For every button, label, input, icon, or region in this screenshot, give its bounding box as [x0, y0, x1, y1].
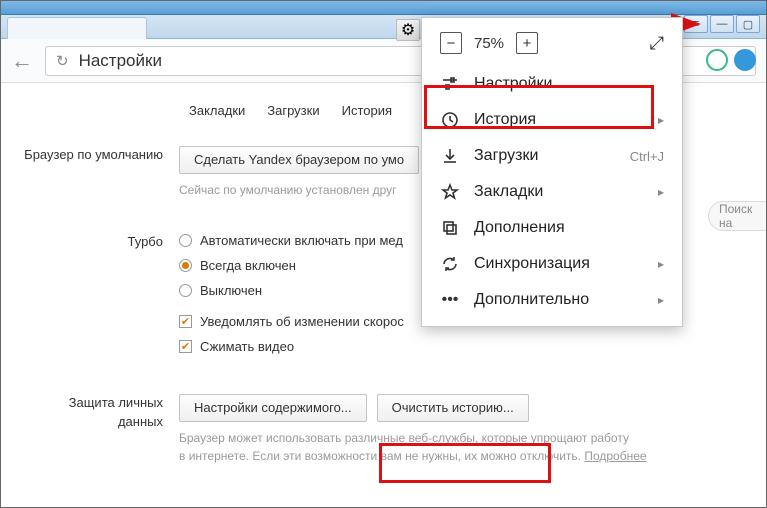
back-button[interactable]: ←: [11, 48, 33, 74]
minimize-icon: —: [717, 18, 728, 30]
section-title-turbo: Турбо: [1, 233, 179, 251]
make-default-button[interactable]: Сделать Yandex браузером по умо: [179, 146, 419, 174]
menu-button[interactable]: ≡: [684, 15, 708, 33]
window-titlebar: [1, 1, 766, 15]
hamburger-icon: ≡: [693, 18, 699, 30]
section-title-privacy: Защита личных данных: [1, 394, 179, 430]
menu-item-bookmarks[interactable]: Закладки ▸: [422, 174, 682, 210]
download-icon: [440, 147, 460, 165]
learn-more-link[interactable]: Подробнее: [584, 449, 646, 463]
nav-tab-downloads[interactable]: Загрузки: [267, 103, 319, 118]
chevron-right-icon: ▸: [658, 185, 664, 199]
menu-item-addons[interactable]: Дополнения: [422, 210, 682, 246]
chevron-right-icon: ▸: [658, 293, 664, 307]
content-settings-button[interactable]: Настройки содержимого...: [179, 394, 367, 422]
settings-search[interactable]: Поиск на: [708, 201, 766, 231]
menu-item-more[interactable]: ••• Дополнительно ▸: [422, 282, 682, 318]
maximize-button[interactable]: ▢: [736, 15, 760, 33]
fullscreen-button[interactable]: ⤢: [650, 33, 664, 54]
ellipsis-icon: •••: [440, 291, 460, 309]
zoom-out-button[interactable]: −: [440, 32, 462, 54]
menu-item-downloads[interactable]: Загрузки Ctrl+J: [422, 138, 682, 174]
clear-history-button[interactable]: Очистить историю...: [377, 394, 529, 422]
nav-tab-bookmarks[interactable]: Закладки: [189, 103, 245, 118]
radio-icon: [179, 234, 192, 247]
shortcut-label: Ctrl+J: [630, 149, 664, 164]
chevron-right-icon: ▸: [658, 113, 664, 127]
extension-icon-1[interactable]: [706, 49, 728, 71]
zoom-controls: − 75% + ⤢: [422, 18, 682, 66]
maximize-icon: ▢: [743, 18, 753, 31]
sync-icon: [440, 255, 460, 273]
zoom-in-button[interactable]: +: [516, 32, 538, 54]
radio-icon: [179, 259, 192, 272]
reload-icon[interactable]: ↻: [56, 52, 69, 70]
clock-icon: [440, 111, 460, 129]
copy-icon: [440, 219, 460, 237]
zoom-value: 75%: [474, 35, 504, 52]
browser-tab[interactable]: [7, 17, 147, 39]
nav-tab-history[interactable]: История: [342, 103, 392, 118]
address-text: Настройки: [79, 51, 162, 71]
section-title-default-browser: Браузер по умолчанию: [1, 146, 179, 164]
menu-item-history[interactable]: История ▸: [422, 102, 682, 138]
chevron-right-icon: ▸: [658, 257, 664, 271]
search-placeholder: Поиск на: [719, 202, 766, 230]
menu-item-settings[interactable]: Настройки: [422, 66, 682, 102]
gear-button[interactable]: ⚙: [396, 19, 420, 41]
star-icon: [440, 183, 460, 201]
sliders-icon: [440, 75, 460, 93]
turbo-check-compress-video[interactable]: Сжимать видео: [179, 339, 766, 354]
extension-icon-2[interactable]: [734, 49, 756, 71]
gear-icon: ⚙: [401, 20, 415, 40]
main-menu-dropdown: − 75% + ⤢ Настройки История ▸ Загрузки C…: [421, 17, 683, 327]
radio-icon: [179, 284, 192, 297]
minimize-button[interactable]: —: [710, 15, 734, 33]
checkbox-icon: [179, 315, 192, 328]
checkbox-icon: [179, 340, 192, 353]
menu-item-sync[interactable]: Синхронизация ▸: [422, 246, 682, 282]
privacy-hint: Браузер может использовать различные веб…: [179, 430, 766, 465]
